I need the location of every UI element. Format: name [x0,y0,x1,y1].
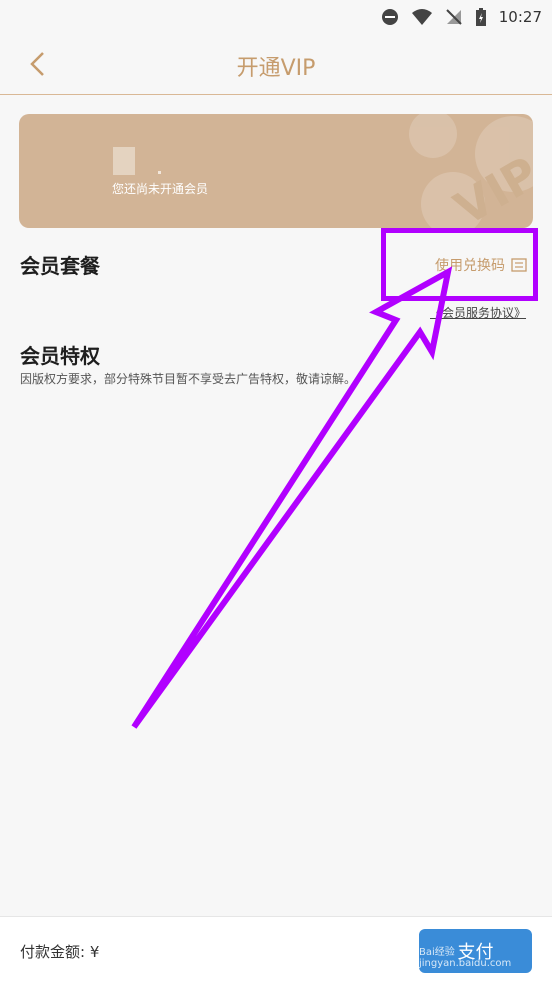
dnd-icon [381,8,399,26]
status-bar: 10:27 [0,0,552,34]
avatar [113,147,135,175]
redeem-code-button[interactable]: 使用兑换码 [381,228,538,301]
page-title: 开通VIP [236,56,316,81]
no-signal-icon [445,8,463,26]
vip-watermark-icon: VIP [409,114,533,228]
status-time: 10:27 [498,8,542,26]
baidu-jingyan-watermark: Bai经验 jingyan.baidu.com [419,947,512,969]
pay-button[interactable]: 支付 Bai经验 jingyan.baidu.com [419,929,532,973]
app-header: 开通VIP [0,34,552,95]
battery-charging-icon [475,7,487,27]
payment-amount: 付款金额: ¥ [20,943,100,961]
redeem-label: 使用兑换码 [435,257,505,274]
card-dot [158,171,161,174]
wifi-icon [411,8,433,26]
service-agreement-link[interactable]: 《会员服务协议》 [430,304,526,321]
privileges-notice: 因版权方要求，部分特殊节目暂不享受去广告特权，敬请谅解。 [20,372,357,386]
payment-bar: 付款金额: ¥ 支付 Bai经验 jingyan.baidu.com [0,916,552,984]
membership-status: 您还尚未开通会员 [112,182,209,196]
privileges-title: 会员特权 [20,344,100,368]
package-title: 会员套餐 [20,254,100,278]
ticket-icon [511,257,527,272]
vip-card: 您还尚未开通会员 VIP [19,114,533,228]
